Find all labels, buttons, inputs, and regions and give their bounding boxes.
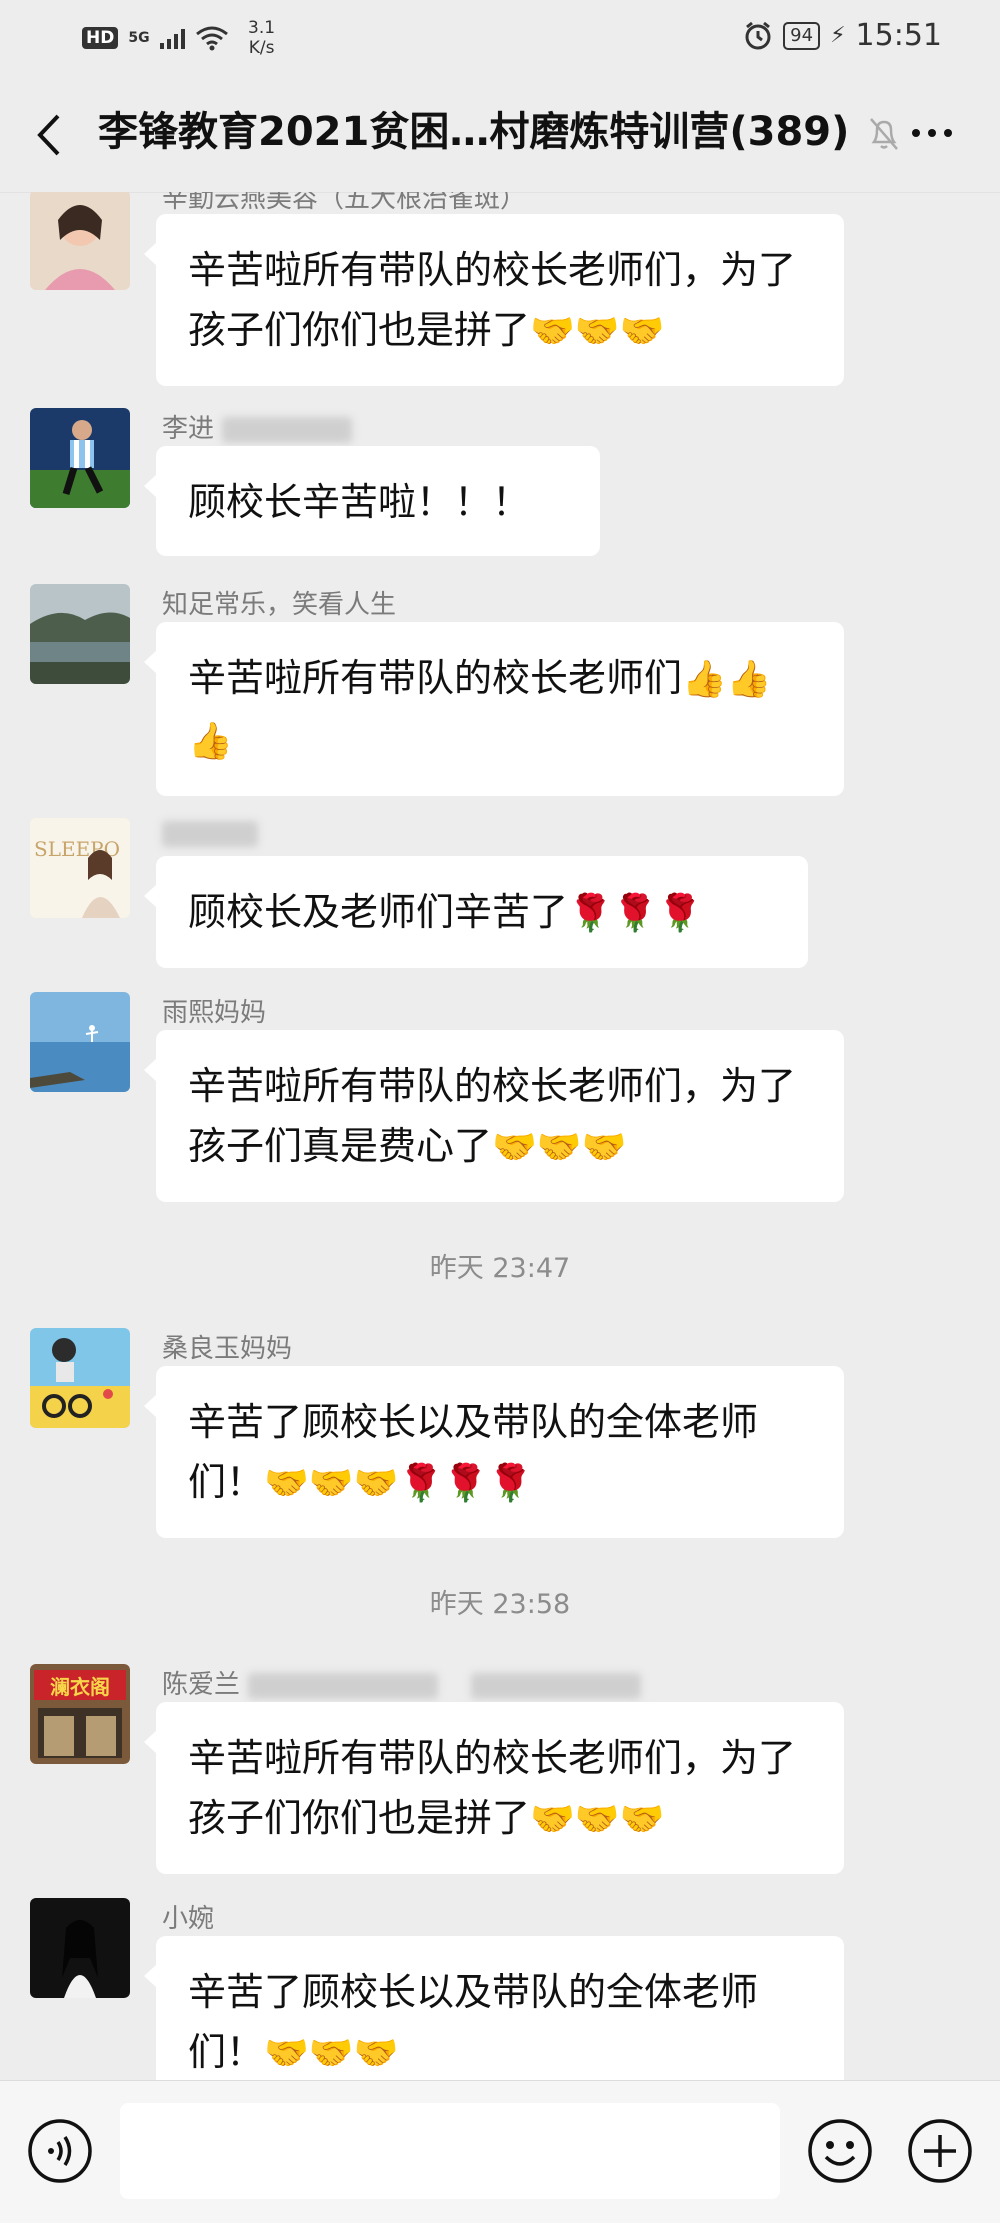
handshake-emoji: 🤝🤝🤝 (264, 2033, 399, 2074)
nickname: 雨熙妈妈 (162, 998, 267, 1028)
soccer-player-avatar[interactable] (30, 408, 130, 508)
time-separator: 昨天 23:58 (429, 1589, 571, 1620)
handshake-emoji: 🤝🤝🤝 (530, 1799, 665, 1840)
nickname: 桑良玉妈妈 (162, 1334, 293, 1364)
nickname: 知足常乐，笑看人生 (162, 590, 397, 620)
message-bubble[interactable]: 辛苦啦所有带队的校长老师们，为了孩子们你们也是拼了🤝🤝🤝 (144, 214, 844, 386)
wifi-icon (195, 26, 228, 51)
blurred-nickname (222, 416, 353, 443)
dark-portrait-avatar[interactable] (30, 1898, 130, 1998)
time-separator: 昨天 23:47 (429, 1253, 571, 1284)
nickname-text: 陈爱兰 (162, 1670, 241, 1700)
nickname: 李进 (162, 408, 353, 445)
nickname-text: 李进 (162, 414, 215, 444)
network-type: 5G (128, 30, 150, 46)
message-text: 辛苦啦所有带队的校长老师们 (188, 656, 683, 700)
message-bubble[interactable]: 辛苦啦所有带队的校长老师们，为了孩子们你们也是拼了🤝🤝🤝 (144, 1702, 844, 1874)
input-bar (0, 2080, 1000, 2223)
kid-bike-avatar[interactable] (30, 1328, 130, 1428)
rose-emoji: 🌹🌹🌹 (568, 893, 703, 934)
message-bubble[interactable]: 辛苦了顾校长以及带队的全体老师们！🤝🤝🤝🌹🌹🌹 (144, 1366, 844, 1538)
clock: 15:51 (855, 18, 942, 53)
avatar-sign-text: 澜衣阁 (50, 1675, 110, 1699)
more-options-button[interactable] (906, 110, 958, 156)
emoji-button[interactable] (806, 2117, 874, 2185)
status-bar: HD 5G 3.1 K/s 94 ⚡ 15:51 (0, 0, 1000, 70)
alarm-icon (745, 21, 771, 49)
message-bubble[interactable]: 辛苦啦所有带队的校长老师们👍👍👍 (144, 622, 844, 796)
signal-icon (159, 27, 185, 49)
message-input[interactable] (120, 2103, 780, 2199)
message-text: 顾校长辛苦啦！！！ (188, 480, 531, 524)
more-functions-button[interactable] (906, 2117, 974, 2185)
blurred-nickname (162, 820, 258, 847)
blurred-nickname (248, 1672, 439, 1699)
message-bubble[interactable]: 顾校长辛苦啦！！！ (144, 446, 600, 556)
handshake-emoji: 🤝🤝🤝 (492, 1127, 627, 1168)
nickname: 陈爱兰 (162, 1664, 641, 1701)
message-bubble[interactable]: 顾校长及老师们辛苦了🌹🌹🌹 (144, 856, 808, 968)
message-text: 辛苦啦所有带队的校长老师们，为了孩子们你们也是拼了 (188, 1736, 797, 1840)
blue-sea-avatar[interactable] (30, 992, 130, 1092)
chat-header: 李锋教育2021贫困…村磨炼特训营(389) (0, 70, 1000, 193)
sleepo-ad-avatar[interactable]: SLEEPO (30, 818, 130, 918)
chat-title[interactable]: 李锋教育2021贫困…村磨炼特训营(389) (98, 104, 858, 160)
pink-portrait-avatar[interactable] (30, 192, 130, 290)
message-bubble[interactable]: 辛苦啦所有带队的校长老师们，为了孩子们真是费心了🤝🤝🤝 (144, 1030, 844, 1202)
shop-sign-avatar[interactable]: 澜衣阁 (30, 1664, 130, 1764)
voice-input-button[interactable] (26, 2117, 94, 2185)
mute-bell-icon (870, 118, 898, 150)
blurred-nickname (470, 1672, 641, 1699)
message-text: 顾校长及老师们辛苦了 (188, 890, 569, 934)
chat-area[interactable]: 辛勤云燕美容（五大根治雀斑） 辛苦啦所有带队的校长老师们，为了孩子们你们也是拼了… (0, 192, 1000, 2080)
handshake-rose-emoji: 🤝🤝🤝🌹🌹🌹 (264, 1463, 533, 1504)
message-text: 辛苦啦所有带队的校长老师们，为了孩子们你们也是拼了 (188, 248, 797, 352)
lake-mountain-avatar[interactable] (30, 584, 130, 684)
hd-badge: HD (82, 27, 119, 49)
nickname: 小婉 (162, 1904, 215, 1934)
message-bubble[interactable]: 辛苦了顾校长以及带队的全体老师们！🤝🤝🤝 (144, 1936, 844, 2080)
battery-indicator: 94 (783, 21, 821, 50)
net-speed: 3.1 K/s (248, 18, 276, 58)
back-button[interactable] (30, 112, 70, 158)
nickname: 辛勤云燕美容（五大根治雀斑） (162, 192, 527, 214)
charging-icon: ⚡ (830, 23, 846, 48)
nickname (162, 818, 258, 848)
handshake-emoji: 🤝🤝🤝 (530, 311, 665, 352)
